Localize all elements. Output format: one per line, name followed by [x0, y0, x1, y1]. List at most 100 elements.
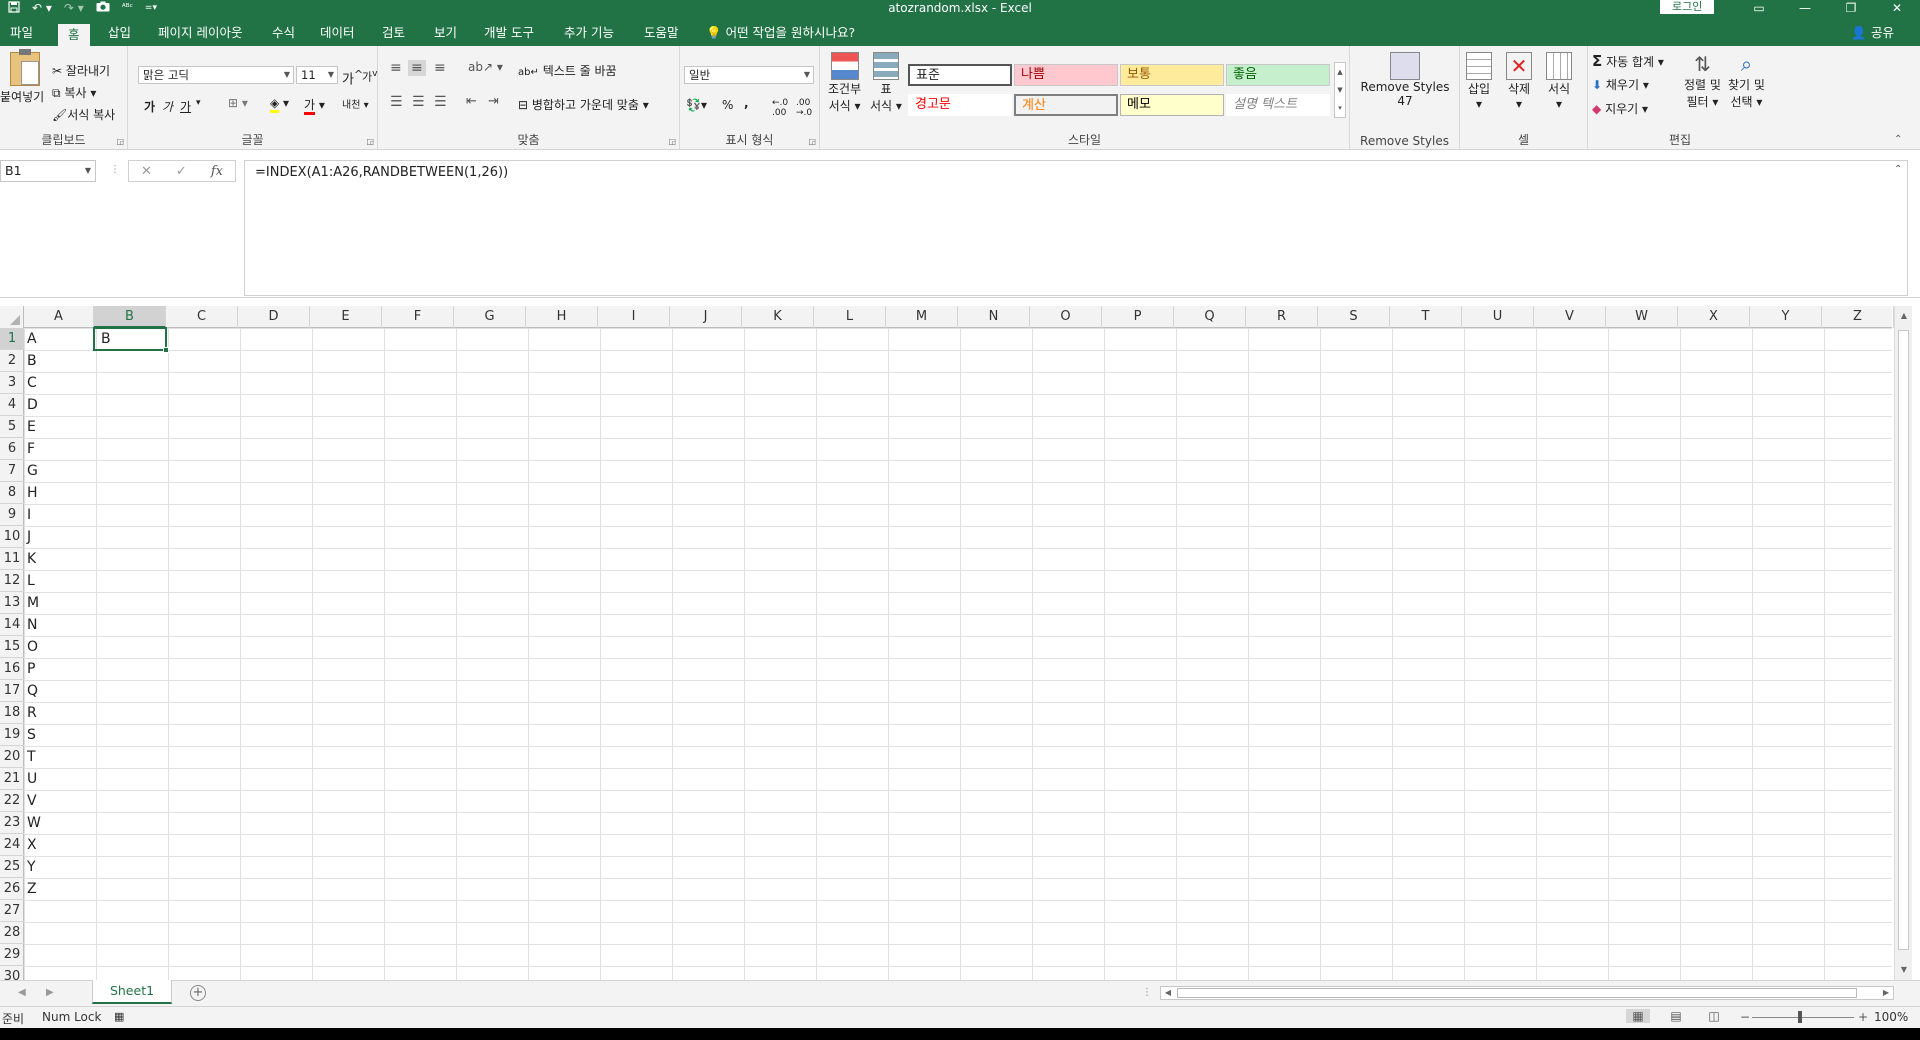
zoom-slider-thumb[interactable] — [1798, 1011, 1802, 1023]
increase-decimal-icon[interactable]: ←.0.00 — [772, 98, 788, 118]
number-format-select[interactable]: 일반 ▼ — [684, 66, 814, 84]
font-size-select[interactable]: 11 ▼ — [296, 66, 338, 84]
row-header[interactable]: 8 — [0, 482, 24, 504]
column-header[interactable]: X — [1678, 306, 1750, 328]
column-header[interactable]: N — [958, 306, 1030, 328]
column-header[interactable]: M — [886, 306, 958, 328]
row-header[interactable]: 2 — [0, 350, 24, 372]
cell-a25[interactable]: Y — [24, 856, 94, 878]
share-button[interactable]: 👤 공유 — [1851, 22, 1894, 44]
column-header[interactable]: W — [1606, 306, 1678, 328]
row-header[interactable]: 15 — [0, 636, 24, 658]
normal-view-icon[interactable]: ▦ — [1626, 1009, 1650, 1023]
cell-a21[interactable]: U — [24, 768, 94, 790]
format-cells-button[interactable]: 서식 ▾ — [1546, 52, 1572, 111]
row-header[interactable]: 5 — [0, 416, 24, 438]
column-header[interactable]: Z — [1822, 306, 1894, 328]
tab-page-layout[interactable]: 페이지 레이아웃 — [148, 22, 252, 46]
row-header[interactable]: 12 — [0, 570, 24, 592]
row-header[interactable]: 9 — [0, 504, 24, 526]
remove-styles-button[interactable]: Remove Styles 47 — [1356, 52, 1454, 108]
row-header[interactable]: 28 — [0, 922, 24, 944]
cell-a9[interactable]: I — [24, 504, 94, 526]
align-left-icon[interactable]: ☰ — [390, 94, 403, 110]
enter-icon[interactable]: ✓ — [176, 164, 187, 179]
restore-icon[interactable]: ❐ — [1828, 0, 1874, 16]
column-header[interactable]: Y — [1750, 306, 1822, 328]
formula-input[interactable]: =INDEX(A1:A26,RANDBETWEEN(1,26)) — [244, 160, 1908, 296]
zoom-out-icon[interactable]: − — [1740, 1010, 1750, 1024]
scroll-up-icon[interactable]: ▲ — [1895, 308, 1913, 324]
column-header[interactable]: K — [742, 306, 814, 328]
column-header[interactable]: R — [1246, 306, 1318, 328]
collapse-formula-bar-icon[interactable]: ⌃ — [1894, 164, 1902, 175]
column-header[interactable]: F — [382, 306, 454, 328]
clear-button[interactable]: ◆ 지우기 ▾ — [1592, 100, 1648, 117]
paste-button[interactable]: 붙여넣기 — [0, 49, 44, 105]
minimize-icon[interactable]: — — [1782, 0, 1828, 16]
conditional-formatting-button[interactable]: 조건부 서식 ▾ — [828, 52, 861, 114]
add-sheet-icon[interactable]: + — [190, 985, 206, 1001]
next-sheet-icon[interactable]: ▶ — [46, 981, 54, 1005]
format-painter-button[interactable]: 🖌서식 복사 — [52, 106, 115, 123]
row-header[interactable]: 25 — [0, 856, 24, 878]
find-select-button[interactable]: ⌕ 찾기 및 선택 ▾ — [1728, 52, 1765, 110]
decrease-decimal-icon[interactable]: .00 →.0 — [796, 98, 812, 118]
style-note[interactable]: 메모 — [1120, 94, 1224, 116]
dialog-launcher-icon[interactable]: ◲ — [116, 137, 124, 146]
align-center-icon[interactable]: ☰ — [412, 94, 425, 110]
borders-button[interactable]: ⊞ ▾ — [228, 96, 248, 110]
row-header[interactable]: 16 — [0, 658, 24, 680]
vertical-scrollbar[interactable]: ▲ ▼ — [1894, 306, 1912, 980]
style-neutral[interactable]: 보통 — [1120, 64, 1224, 86]
wrap-text-button[interactable]: ab↵ 텍스트 줄 바꿈 — [518, 62, 617, 79]
column-header[interactable]: P — [1102, 306, 1174, 328]
column-header[interactable]: U — [1462, 306, 1534, 328]
insert-function-icon[interactable]: fx — [211, 164, 223, 179]
tab-view[interactable]: 보기 — [424, 22, 467, 46]
cell-a6[interactable]: F — [24, 438, 94, 460]
horizontal-scrollbar[interactable]: ◀ ▶ — [1160, 986, 1894, 1000]
cell-a23[interactable]: W — [24, 812, 94, 834]
middle-align-icon[interactable]: ≡ — [408, 60, 426, 76]
tab-home[interactable]: 홈 — [58, 24, 90, 46]
tab-add-ins[interactable]: 추가 기능 — [554, 22, 624, 46]
fill-handle[interactable] — [163, 347, 169, 353]
style-calculation[interactable]: 계산 — [1014, 94, 1118, 116]
column-header[interactable]: T — [1390, 306, 1462, 328]
style-bad[interactable]: 나쁨 — [1014, 64, 1118, 86]
scroll-right-icon[interactable]: ▶ — [1879, 987, 1893, 999]
autosum-button[interactable]: Σ 자동 합계 ▾ — [1592, 52, 1664, 70]
column-header[interactable]: Q — [1174, 306, 1246, 328]
bold-button[interactable]: 가 — [144, 98, 155, 115]
scroll-thumb[interactable] — [1898, 330, 1909, 950]
dialog-launcher-icon[interactable]: ◲ — [668, 137, 676, 146]
prev-sheet-icon[interactable]: ◀ — [18, 981, 26, 1005]
row-header[interactable]: 6 — [0, 438, 24, 460]
row-header[interactable]: 11 — [0, 548, 24, 570]
cell-a8[interactable]: H — [24, 482, 94, 504]
underline-dropdown[interactable]: ▾ — [196, 98, 201, 108]
increase-indent-icon[interactable]: ⇥ — [488, 94, 499, 109]
column-header[interactable]: C — [166, 306, 238, 328]
insert-cells-button[interactable]: 삽입 ▾ — [1466, 52, 1492, 111]
column-header[interactable]: I — [598, 306, 670, 328]
cell-a19[interactable]: S — [24, 724, 94, 746]
ribbon-display-icon[interactable]: ▭ — [1736, 0, 1782, 16]
shrink-font-button[interactable]: 가v — [362, 68, 378, 85]
page-break-view-icon[interactable]: ◫ — [1702, 1009, 1726, 1023]
underline-button[interactable]: 가 — [180, 98, 191, 115]
row-header[interactable]: 1 — [0, 328, 24, 350]
cell-a5[interactable]: E — [24, 416, 94, 438]
cell-area[interactable]: ABCDEFGHIJKLMNOPQRSTUVWXYZB — [24, 327, 1892, 980]
row-header[interactable]: 20 — [0, 746, 24, 768]
row-header[interactable]: 23 — [0, 812, 24, 834]
tab-help[interactable]: 도움말 — [634, 22, 689, 46]
cut-button[interactable]: ✂ 잘라내기 — [52, 62, 110, 79]
cell-a13[interactable]: M — [24, 592, 94, 614]
cell-a1[interactable]: A — [24, 328, 94, 350]
tab-review[interactable]: 검토 — [372, 22, 415, 46]
row-header[interactable]: 19 — [0, 724, 24, 746]
sort-filter-button[interactable]: ⇅ 정렬 및 필터 ▾ — [1684, 52, 1721, 110]
dialog-launcher-icon[interactable]: ◲ — [366, 137, 374, 146]
